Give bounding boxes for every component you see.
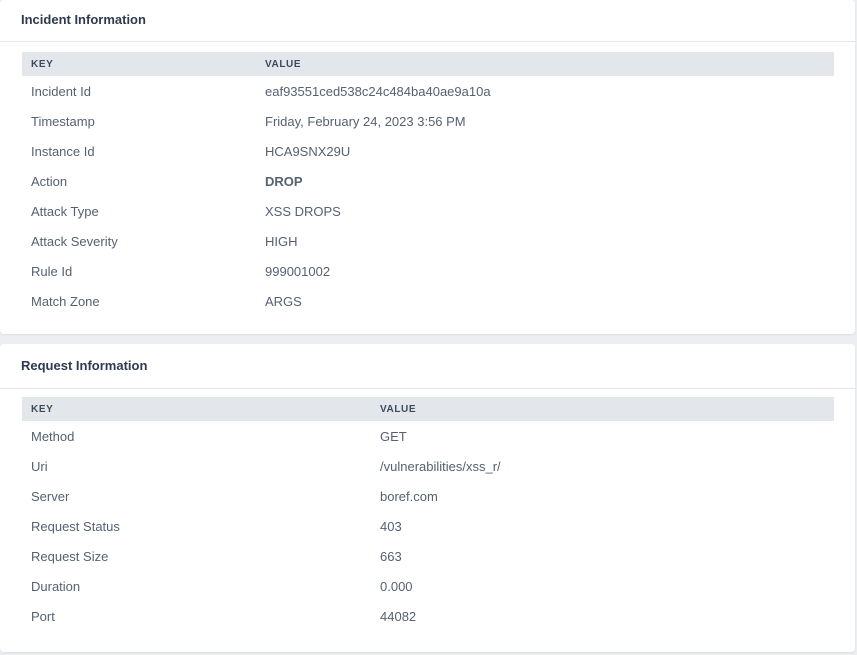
row-value: HCA9SNX29U: [265, 143, 351, 159]
request-information-card: Request Information KEY VALUE Method GET…: [0, 344, 855, 652]
table-row: Server boref.com: [22, 481, 834, 511]
table-row: Timestamp Friday, February 24, 2023 3:56…: [22, 106, 834, 136]
row-key: Duration: [31, 578, 81, 594]
row-value: eaf93551ced538c24c484ba40ae9a10a: [265, 83, 491, 99]
row-value: 0.000: [380, 578, 413, 594]
table-row: Port 44082: [22, 601, 834, 631]
row-key: Method: [31, 428, 75, 444]
row-key: Attack Type: [31, 203, 99, 219]
action-value: DROP: [265, 173, 303, 189]
row-key: Request Size: [31, 548, 109, 564]
request-information-title: Request Information: [0, 344, 855, 389]
row-key: Port: [31, 608, 55, 624]
key-column-header: KEY: [22, 52, 256, 76]
row-key: Attack Severity: [31, 233, 118, 249]
table-row: Match Zone ARGS: [22, 286, 834, 316]
key-column-header: KEY: [22, 397, 371, 421]
table-row: Instance Id HCA9SNX29U: [22, 136, 834, 166]
incident-information-table: KEY VALUE Incident Id eaf93551ced538c24c…: [22, 52, 834, 316]
incident-information-title: Incident Information: [0, 0, 855, 42]
table-row: Uri /vulnerabilities/xss_r/: [22, 451, 834, 481]
table-row: Incident Id eaf93551ced538c24c484ba40ae9…: [22, 76, 834, 106]
incident-information-card: Incident Information KEY VALUE Incident …: [0, 0, 855, 334]
row-key: Server: [31, 488, 70, 504]
row-key: Instance Id: [31, 143, 95, 159]
value-column-header: VALUE: [256, 52, 834, 76]
row-key: Rule Id: [31, 263, 73, 279]
table-header-row: KEY VALUE: [22, 52, 834, 76]
row-value: /vulnerabilities/xss_r/: [380, 458, 501, 474]
request-information-table: KEY VALUE Method GET Uri /vulnerabilitie…: [22, 397, 834, 631]
table-row: Attack Type XSS DROPS: [22, 196, 834, 226]
row-key: Uri: [31, 458, 48, 474]
table-row: Action DROP: [22, 166, 834, 196]
table-row: Request Status 403: [22, 511, 834, 541]
table-header-row: KEY VALUE: [22, 397, 834, 421]
value-column-header: VALUE: [371, 397, 834, 421]
table-row: Attack Severity HIGH: [22, 226, 834, 256]
row-value: boref.com: [380, 488, 438, 504]
row-key: Action: [31, 173, 68, 189]
row-value: 999001002: [265, 263, 331, 279]
row-value: HIGH: [265, 233, 298, 249]
row-value: XSS DROPS: [265, 203, 341, 219]
table-row: Duration 0.000: [22, 571, 834, 601]
table-row: Method GET: [22, 421, 834, 451]
table-row: Rule Id 999001002: [22, 256, 834, 286]
row-key: Request Status: [31, 518, 120, 534]
row-value: 663: [380, 548, 402, 564]
table-row: Request Size 663: [22, 541, 834, 571]
row-value: Friday, February 24, 2023 3:56 PM: [265, 113, 466, 129]
row-value: 403: [380, 518, 402, 534]
row-key: Incident Id: [31, 83, 91, 99]
row-value: GET: [380, 428, 407, 444]
row-value: ARGS: [265, 293, 302, 309]
row-key: Match Zone: [31, 293, 100, 309]
row-key: Timestamp: [31, 113, 95, 129]
row-value: 44082: [380, 608, 417, 624]
